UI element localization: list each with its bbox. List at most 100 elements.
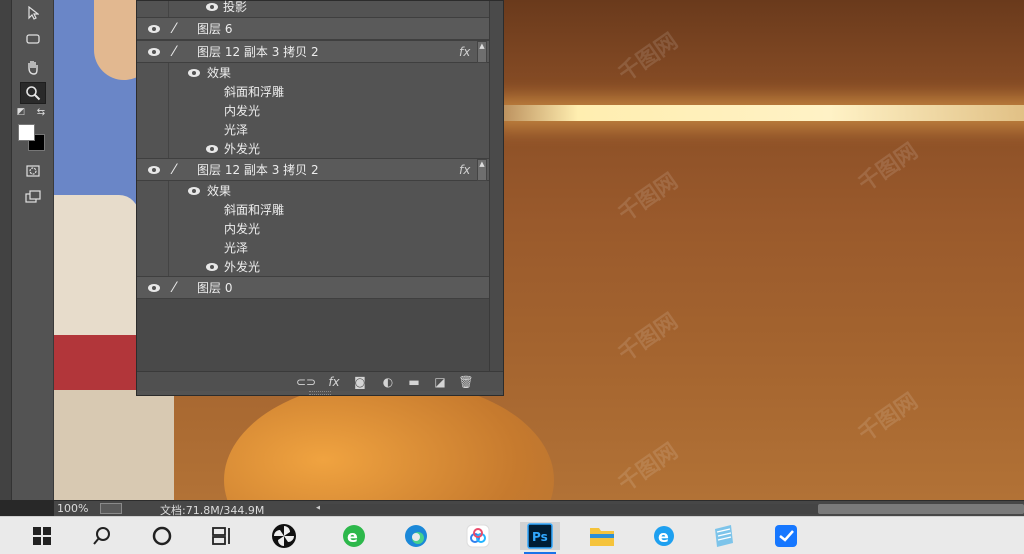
effect-label: 投影 <box>223 0 248 14</box>
baidu-netdisk-icon[interactable] <box>458 522 498 550</box>
effect-label: 斜面和浮雕 <box>224 85 285 99</box>
brush-icon: ⁄ <box>173 20 176 37</box>
brush-icon: ⁄ <box>173 279 176 296</box>
adjustment-icon[interactable]: ◐ <box>379 375 397 389</box>
effect-row[interactable]: 内发光 <box>137 219 489 238</box>
doc-info-icon[interactable] <box>100 503 122 514</box>
effect-label: 光泽 <box>224 241 249 255</box>
expand-effects-toggle[interactable]: ▲ <box>477 40 487 63</box>
scrollbar-thumb[interactable] <box>818 504 1024 514</box>
watermark: 千图网 <box>614 168 683 228</box>
layers-footer: ⊂⊃ fx ◙ ◐ ▬ ◪ 🗑 <box>137 371 503 391</box>
svg-text:e: e <box>347 527 358 546</box>
shape-tool-icon[interactable] <box>20 28 46 50</box>
hand-tool-icon[interactable] <box>20 56 46 78</box>
status-bar: 100% 文档:71.8M/344.9M ◀ <box>54 500 1024 517</box>
effect-label: 外发光 <box>224 260 261 274</box>
mask-icon[interactable]: ◙ <box>351 375 369 389</box>
trash-icon[interactable]: 🗑 <box>457 375 475 389</box>
photoshop-window: 千图网 千图网 千图网 千图网 千图网 千图网 千图网 ◩ ⇆ <box>0 0 1024 554</box>
visibility-eye-icon[interactable] <box>147 24 161 34</box>
effect-row[interactable]: 斜面和浮雕 <box>137 200 489 219</box>
default-colors-icon[interactable]: ◩ <box>14 106 28 118</box>
visibility-eye-icon[interactable] <box>205 262 219 272</box>
layer-row[interactable]: ⁄ 图层 6 <box>137 17 489 40</box>
effect-label: 内发光 <box>224 104 261 118</box>
layer-name: 图层 6 <box>197 22 233 36</box>
layers-empty-area <box>137 299 489 371</box>
fx-indicator-icon[interactable]: fx <box>459 163 470 177</box>
effect-row[interactable]: 外发光 <box>137 257 489 276</box>
layers-scrollbar[interactable] <box>489 1 503 371</box>
edge-icon[interactable] <box>396 522 436 550</box>
folder-icon[interactable]: ▬ <box>405 375 423 389</box>
windows-taskbar: e Ps e <box>0 516 1024 554</box>
visibility-eye-icon[interactable] <box>187 68 201 78</box>
new-layer-icon[interactable]: ◪ <box>431 375 449 389</box>
swap-colors-icon[interactable]: ⇆ <box>34 106 48 118</box>
effect-label: 外发光 <box>224 142 261 156</box>
watermark: 千图网 <box>614 28 683 88</box>
ie-icon[interactable]: e <box>644 522 684 550</box>
effect-label: 内发光 <box>224 222 261 236</box>
brush-icon: ⁄ <box>173 43 176 60</box>
layer-name: 图层 0 <box>197 281 233 295</box>
move-tool-icon[interactable] <box>20 2 46 24</box>
fx-icon[interactable]: fx <box>325 375 343 389</box>
fx-indicator-icon[interactable]: fx <box>459 45 470 59</box>
pinwheel-app-icon[interactable] <box>264 522 304 550</box>
layer-name: 图层 12 副本 3 拷贝 2 <box>197 45 319 59</box>
visibility-eye-icon[interactable] <box>205 144 219 154</box>
effect-label: 光泽 <box>224 123 249 137</box>
visibility-eye-icon[interactable] <box>187 186 201 196</box>
brush-icon: ⁄ <box>173 161 176 178</box>
layer-name: 图层 12 副本 3 拷贝 2 <box>197 163 319 177</box>
layer-row[interactable]: ⁄ 图层 12 副本 3 拷贝 2 fx ▲ <box>137 158 489 181</box>
visibility-eye-icon[interactable] <box>147 283 161 293</box>
photoshop-icon[interactable]: Ps <box>520 522 560 554</box>
effects-group-row[interactable]: 效果 <box>137 181 489 200</box>
panel-resize-grip[interactable] <box>309 391 331 395</box>
screen-mode-icon[interactable] <box>20 186 46 208</box>
watermark: 千图网 <box>614 308 683 368</box>
effect-row[interactable]: 投影 <box>137 0 489 16</box>
effect-row[interactable]: 斜面和浮雕 <box>137 82 489 101</box>
watermark: 千图网 <box>854 138 923 198</box>
feishu-icon[interactable] <box>766 522 806 550</box>
effect-label: 斜面和浮雕 <box>224 203 285 217</box>
effect-row[interactable]: 光泽 <box>137 238 489 257</box>
svg-text:e: e <box>658 527 669 546</box>
effect-row[interactable]: 光泽 <box>137 120 489 139</box>
cortana-icon[interactable] <box>142 522 182 550</box>
zoom-tool-icon[interactable] <box>20 82 46 104</box>
file-explorer-icon[interactable] <box>582 522 622 550</box>
foreground-color-swatch[interactable] <box>18 124 35 141</box>
link-icon[interactable]: ⊂⊃ <box>296 375 316 389</box>
watermark: 千图网 <box>614 438 683 498</box>
zoom-level[interactable]: 100% <box>57 502 88 515</box>
360-browser-icon[interactable]: e <box>334 522 374 550</box>
effects-group-label: 效果 <box>207 66 232 80</box>
tools-panel: ◩ ⇆ <box>0 0 54 500</box>
panel-strip <box>0 0 12 500</box>
layer-row[interactable]: ⁄ 图层 12 副本 3 拷贝 2 fx ▲ <box>137 40 489 63</box>
layer-row[interactable]: ⁄ 图层 0 <box>137 276 489 299</box>
task-view-icon[interactable] <box>202 522 242 550</box>
canvas-glow-line <box>494 105 1024 121</box>
quick-mask-icon[interactable] <box>20 160 46 182</box>
expand-effects-toggle[interactable]: ▲ <box>477 158 487 181</box>
canvas-orange-shape <box>224 380 554 500</box>
effects-group-row[interactable]: 效果 <box>137 63 489 82</box>
effect-row[interactable]: 内发光 <box>137 101 489 120</box>
layers-panel: 投影 ⁄ 图层 6 ⁄ 图层 12 副本 3 拷贝 2 fx ▲ 效果 斜面和浮… <box>136 0 504 396</box>
photoshop-label: Ps <box>532 530 548 544</box>
visibility-eye-icon[interactable] <box>147 165 161 175</box>
search-icon[interactable] <box>82 522 122 550</box>
windows-start-icon[interactable] <box>22 522 62 550</box>
effect-row[interactable]: 外发光 <box>137 139 489 158</box>
notepad-icon[interactable] <box>704 522 744 550</box>
effects-group-label: 效果 <box>207 184 232 198</box>
layers-list: 投影 ⁄ 图层 6 ⁄ 图层 12 副本 3 拷贝 2 fx ▲ 效果 斜面和浮… <box>137 0 489 299</box>
visibility-eye-icon[interactable] <box>147 47 161 57</box>
visibility-eye-icon[interactable] <box>205 2 219 12</box>
